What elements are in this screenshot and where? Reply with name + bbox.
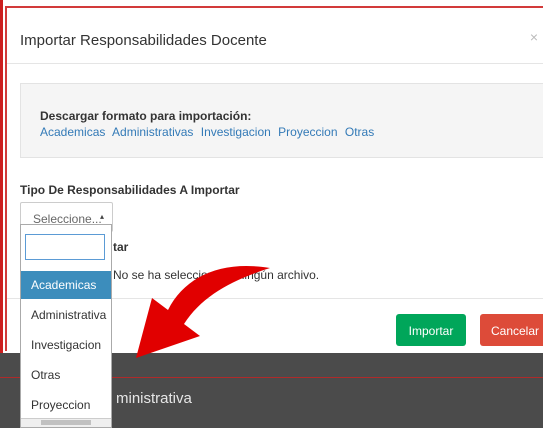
background-text: ministrativa <box>116 390 192 407</box>
dropdown-item-academicas[interactable]: Academicas <box>21 271 111 299</box>
modal-header: Importar Responsabilidades Docente × <box>7 8 543 64</box>
file-label: tar <box>113 240 129 254</box>
download-links: Academicas Administrativas Investigacion… <box>40 125 378 139</box>
download-link-investigacion[interactable]: Investigacion <box>201 125 271 139</box>
dropdown-search-input[interactable] <box>25 234 105 260</box>
download-format-panel: Descargar formato para importación: Acad… <box>20 83 543 158</box>
modal-title: Importar Responsabilidades Docente <box>20 32 267 49</box>
select-dropdown: Academicas Administrativa Investigacion … <box>20 224 112 428</box>
dropdown-item-otras[interactable]: Otras <box>21 361 111 389</box>
dropdown-item-administrativa[interactable]: Administrativa <box>21 301 111 329</box>
import-button[interactable]: Importar <box>396 314 466 346</box>
caret-up-icon: ▴ <box>99 212 104 221</box>
dropdown-scroll-thumb[interactable] <box>41 420 91 425</box>
dropdown-item-proyeccion[interactable]: Proyeccion <box>21 391 111 419</box>
red-arrow-icon <box>136 265 270 358</box>
cancel-button[interactable]: Cancelar <box>480 314 543 346</box>
close-icon[interactable]: × <box>530 29 538 45</box>
download-link-administrativas[interactable]: Administrativas <box>112 125 193 139</box>
download-link-otras[interactable]: Otras <box>345 125 374 139</box>
dropdown-scrollbar[interactable] <box>21 418 111 427</box>
dropdown-item-investigacion[interactable]: Investigacion <box>21 331 111 359</box>
download-link-proyeccion[interactable]: Proyeccion <box>278 125 337 139</box>
type-label: Tipo De Responsabilidades A Importar <box>20 183 240 197</box>
download-format-title: Descargar formato para importación: <box>40 109 252 123</box>
download-link-academicas[interactable]: Academicas <box>40 125 105 139</box>
